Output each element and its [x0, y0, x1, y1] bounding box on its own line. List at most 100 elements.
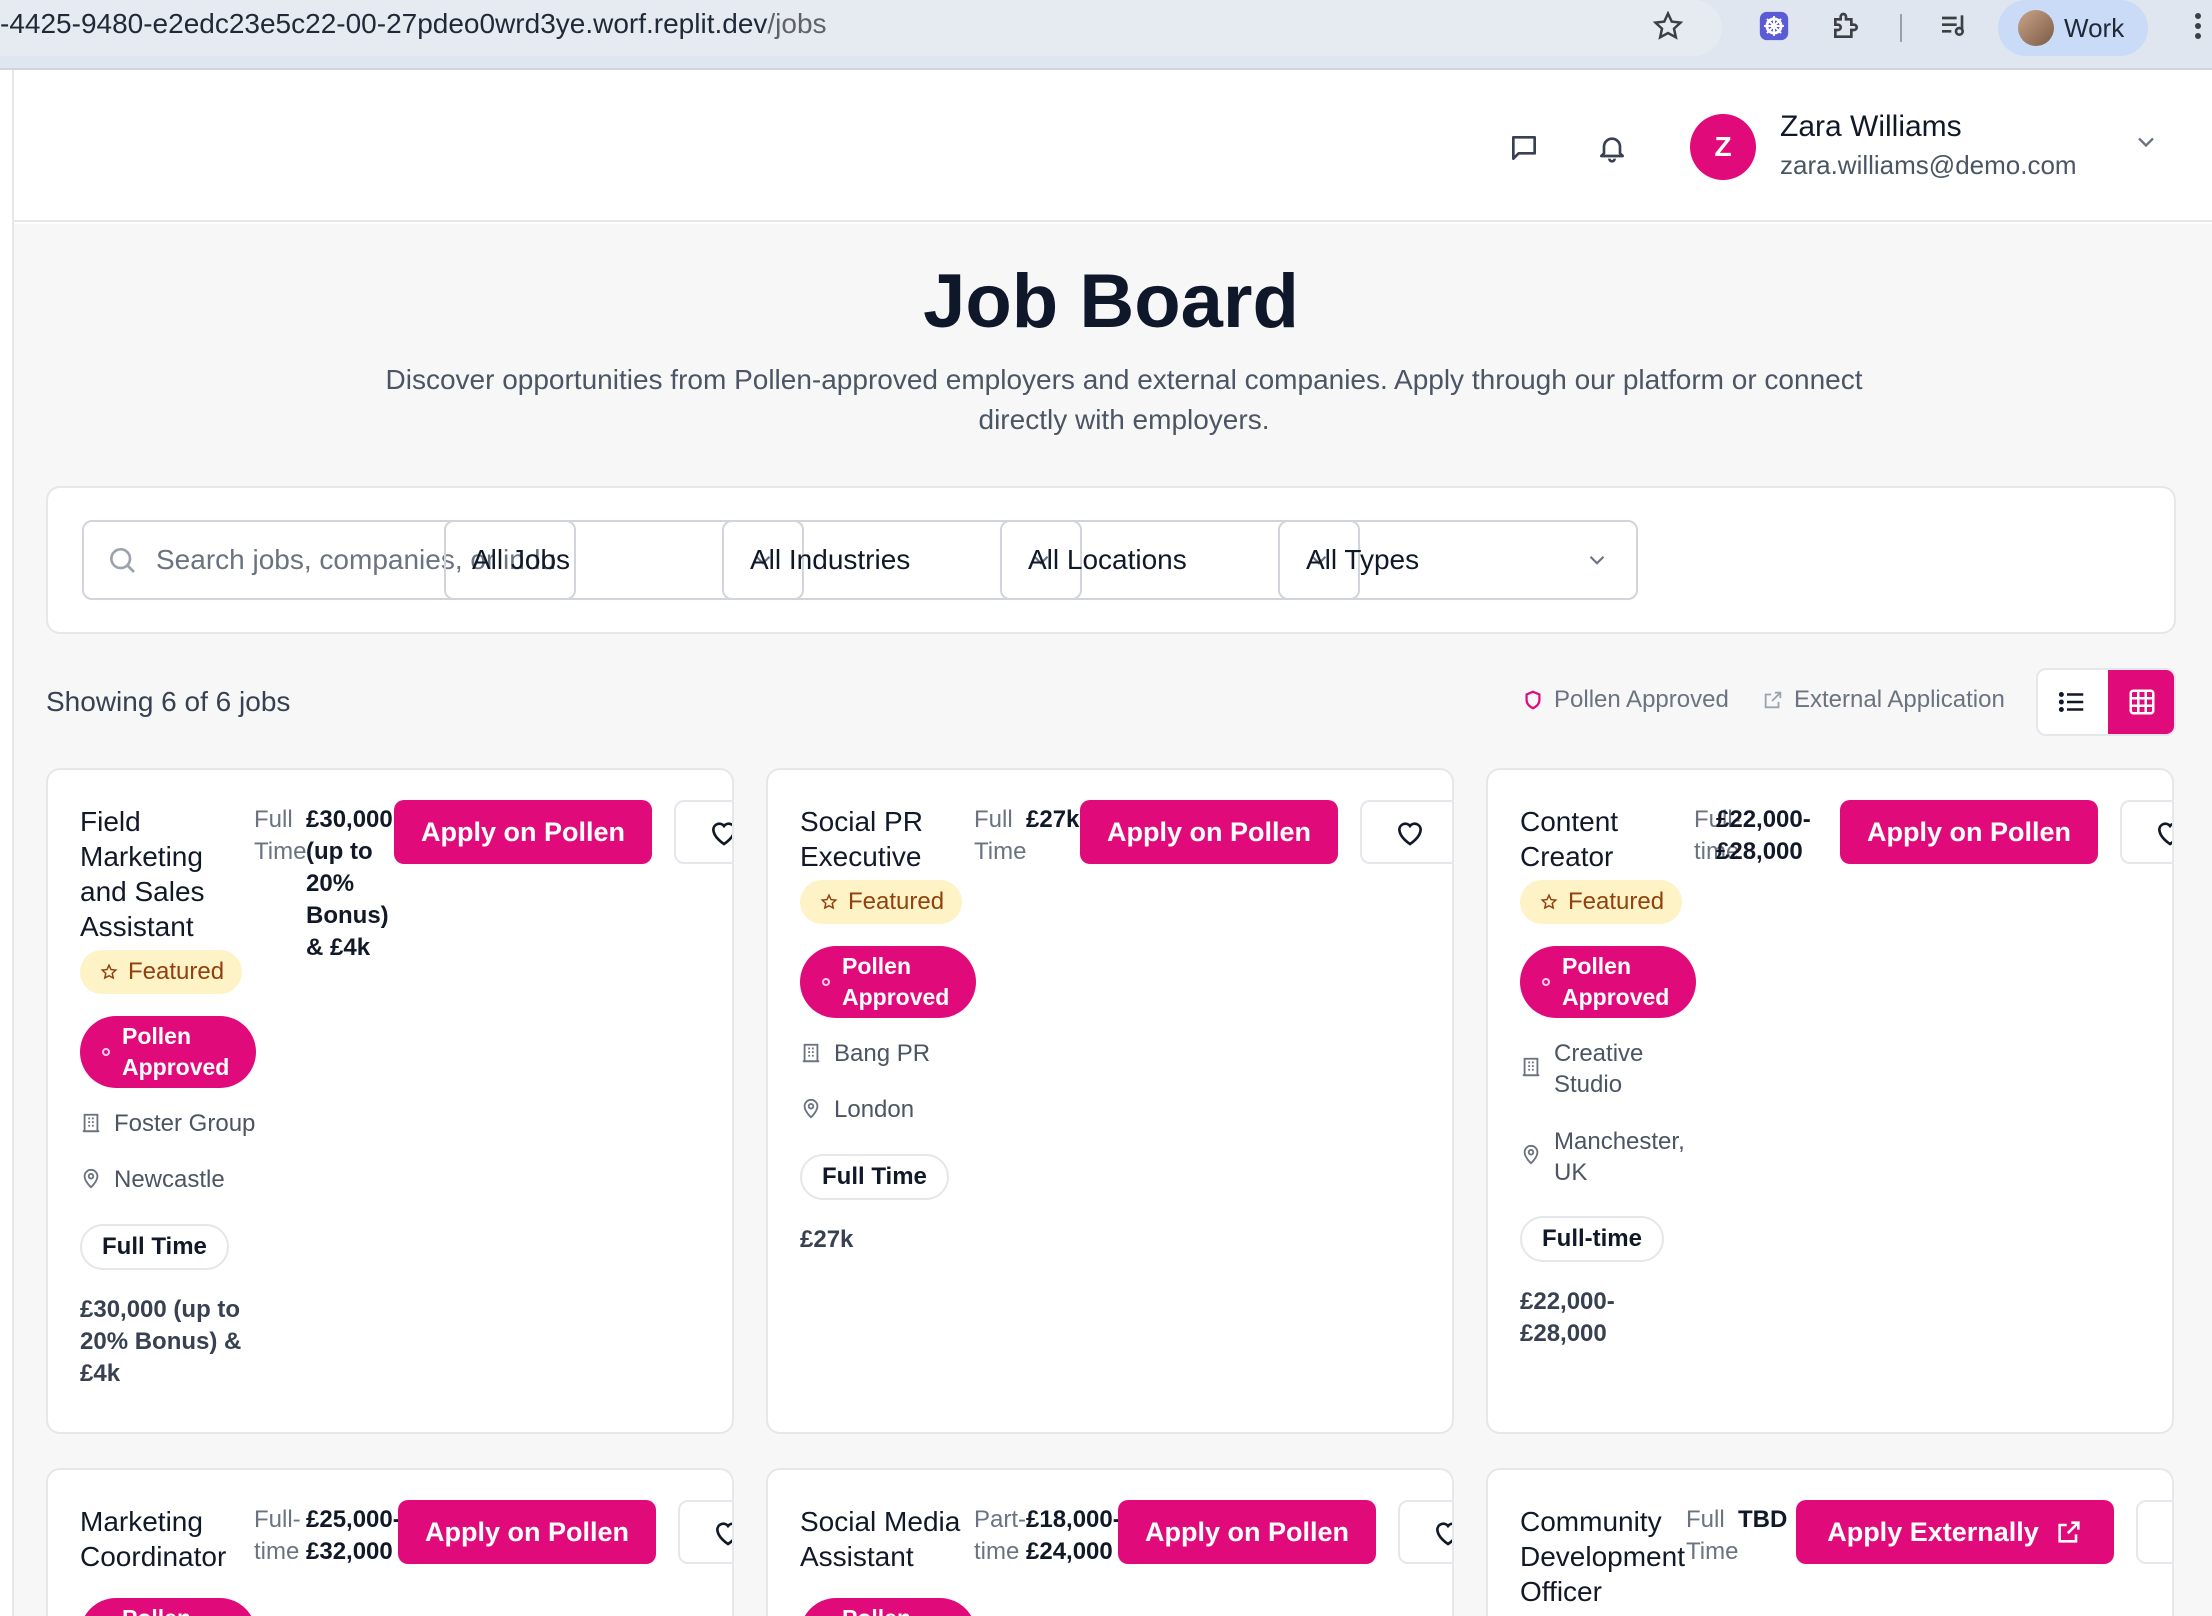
- pollen-approved-badge: Pollen Approved: [80, 1016, 256, 1088]
- search-icon: [110, 548, 135, 573]
- shield-icon: [1525, 690, 1541, 710]
- featured-label: Featured: [848, 888, 945, 915]
- job-salary-short: £27k: [1026, 806, 1080, 833]
- main-content: Job Board Discover opportunities from Po…: [14, 224, 2212, 1616]
- company-row: Creative Studio: [1520, 1038, 1700, 1100]
- url-path: /jobs: [767, 8, 827, 39]
- legend-pollen-label: Pollen Approved: [1554, 686, 1729, 713]
- legend-external-label: External Application: [1794, 686, 2005, 713]
- location-row: Manchester, UK: [1520, 1126, 1700, 1188]
- apply-externally-button[interactable]: Apply Externally: [1796, 1500, 2114, 1564]
- jobs-filter-value: All Jobs: [472, 544, 571, 575]
- badge-dot: [1542, 978, 1550, 986]
- locations-filter-value: All Locations: [1028, 544, 1187, 575]
- pollen-approved-badge: Pollen Approved: [800, 946, 976, 1018]
- job-card[interactable]: Field Marketing and Sales Assistant Full…: [46, 768, 734, 1434]
- badge-dot: [822, 978, 830, 986]
- heart-icon: [715, 1522, 732, 1546]
- star-icon: [100, 963, 118, 980]
- job-type-short: Part-time: [974, 1506, 1027, 1565]
- save-job-button[interactable]: [2120, 800, 2172, 864]
- apply-on-pollen-button[interactable]: Apply on Pollen: [1840, 800, 2098, 864]
- external-link-icon: [1764, 691, 1782, 709]
- notifications-bell-icon[interactable]: [1590, 126, 1634, 170]
- heart-icon: [2170, 1517, 2174, 1547]
- save-job-button[interactable]: [674, 800, 732, 864]
- job-card[interactable]: Marketing Coordinator Full-time £25,000-…: [46, 1468, 734, 1616]
- job-card[interactable]: Social PR Executive Full Time £27k Apply…: [766, 768, 1454, 1434]
- pollen-approved-badge: Pollen Approved: [800, 1598, 976, 1616]
- extension-icon[interactable]: [1754, 6, 1794, 46]
- address-bar[interactable]: -4425-9480-e2edc23e5c22-00-27pdeo0wrd3ye…: [0, 0, 1722, 56]
- job-type-short: Full Time: [254, 806, 307, 865]
- user-menu-chevron-icon[interactable]: [2132, 128, 2160, 161]
- pollen-approved-label: Pollen Approved: [1562, 953, 1670, 1010]
- user-name: Zara Williams: [1780, 110, 1962, 143]
- apply-on-pollen-button[interactable]: Apply on Pollen: [394, 800, 652, 864]
- job-title: Social Media Assistant: [800, 1506, 961, 1572]
- job-type-short: Full-time: [254, 1506, 301, 1565]
- save-job-button[interactable]: [1360, 800, 1452, 864]
- location-pin-icon: [1523, 1144, 1539, 1165]
- location-pin-icon: [83, 1168, 99, 1189]
- job-type-badge: Full Time: [80, 1224, 229, 1270]
- building-icon: [802, 1043, 820, 1063]
- job-title: Content Creator: [1520, 806, 1619, 872]
- featured-label: Featured: [1568, 888, 1665, 915]
- pollen-approved-label: Pollen Approved: [122, 1023, 230, 1080]
- job-title: Social PR Executive: [800, 806, 923, 872]
- legend-pollen-approved: Pollen Approved: [1522, 686, 1729, 714]
- toolbar-divider: [1900, 14, 1902, 42]
- job-type-short: Full Time: [974, 806, 1027, 865]
- apply-on-pollen-button[interactable]: Apply on Pollen: [1080, 800, 1338, 864]
- view-toggle: [2036, 668, 2176, 736]
- featured-badge: Featured: [1520, 880, 1683, 924]
- industries-filter-value: All Industries: [750, 544, 911, 575]
- job-card[interactable]: Social Media Assistant Part-time £18,000…: [766, 1468, 1454, 1616]
- grid-view-button[interactable]: [2108, 670, 2174, 734]
- location-name: Newcastle: [114, 1166, 225, 1193]
- extensions-puzzle-icon[interactable]: [1826, 6, 1866, 46]
- profile-chip[interactable]: Work: [1998, 0, 2148, 56]
- types-filter-select[interactable]: All Types: [1278, 520, 1638, 600]
- user-avatar[interactable]: Z: [1690, 114, 1756, 180]
- location-row: Newcastle: [80, 1164, 300, 1195]
- page-title: Job Board: [923, 259, 1299, 344]
- list-view-button[interactable]: [2038, 670, 2106, 734]
- apply-on-pollen-button[interactable]: Apply on Pollen: [1118, 1500, 1376, 1564]
- apply-on-pollen-button[interactable]: Apply on Pollen: [398, 1500, 656, 1564]
- save-job-button[interactable]: [1398, 1500, 1452, 1564]
- page-subtitle: Discover opportunities from Pollen-appro…: [385, 364, 1863, 435]
- company-name: Bang PR: [834, 1040, 931, 1067]
- pollen-approved-label: Pollen Approved: [842, 953, 950, 1010]
- save-job-button[interactable]: [2136, 1500, 2174, 1564]
- location-pin-icon: [803, 1098, 819, 1119]
- job-salary: £22,000-£28,000: [1520, 1288, 1615, 1347]
- company-name: Creative Studio: [1554, 1040, 1644, 1098]
- job-title: Field Marketing and Sales Assistant: [80, 806, 205, 942]
- job-card[interactable]: Content Creator Full-time £22,000-£28,00…: [1486, 768, 2174, 1434]
- building-icon: [82, 1113, 100, 1133]
- job-type-badge: Full Time: [800, 1154, 949, 1200]
- save-job-button[interactable]: [678, 1500, 732, 1564]
- user-email: zara.williams@demo.com: [1780, 150, 2077, 180]
- star-icon: [1540, 893, 1558, 910]
- url-text: -4425-9480-e2edc23e5c22-00-27pdeo0wrd3ye…: [0, 8, 827, 40]
- bookmark-star-icon[interactable]: [1648, 6, 1688, 46]
- heart-icon: [711, 822, 732, 846]
- job-title: Marketing Coordinator: [80, 1506, 227, 1572]
- location-name: Manchester, UK: [1554, 1128, 1685, 1186]
- company-row: Bang PR: [800, 1038, 1020, 1069]
- job-salary-short: £25,000-£32,000: [306, 1506, 401, 1565]
- job-salary-short: £30,000 (up to 20% Bonus) & £4k: [306, 806, 393, 961]
- types-filter-value: All Types: [1306, 544, 1420, 575]
- featured-badge: Featured: [80, 950, 243, 994]
- pollen-approved-label: Pollen Approved: [122, 1603, 232, 1616]
- more-options-icon[interactable]: [2178, 6, 2212, 46]
- url-host: -4425-9480-e2edc23e5c22-00-27pdeo0wrd3ye…: [0, 8, 768, 39]
- profile-label: Work: [2064, 12, 2125, 43]
- media-control-icon[interactable]: [1934, 6, 1974, 46]
- messages-icon[interactable]: [1502, 126, 1546, 170]
- heart-icon: [1397, 822, 1423, 846]
- job-card[interactable]: Community Development Officer Full Time …: [1486, 1468, 2174, 1616]
